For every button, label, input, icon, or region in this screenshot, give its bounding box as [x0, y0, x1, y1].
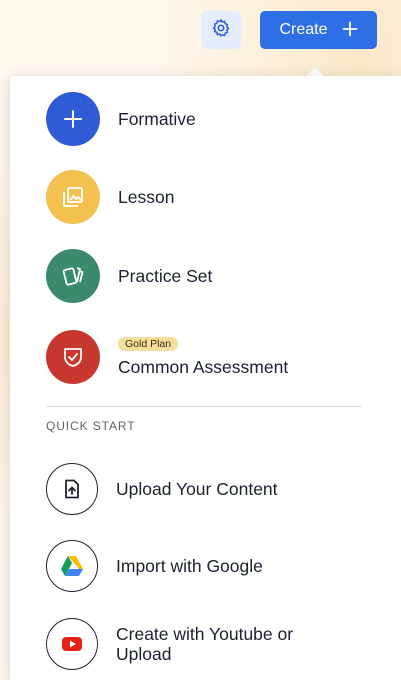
- shield-check-icon: [46, 330, 100, 384]
- settings-button[interactable]: [201, 11, 241, 49]
- youtube-icon: [46, 618, 98, 670]
- cards-icon: [46, 249, 100, 303]
- gold-plan-badge: Gold Plan: [118, 336, 179, 351]
- quick-start-upload-content[interactable]: Upload Your Content: [46, 463, 386, 515]
- menu-item-text: Create with Youtube or Upload: [116, 624, 293, 664]
- menu-item-label: Formative: [118, 108, 196, 129]
- google-drive-icon: [46, 540, 98, 592]
- menu-item-label: Upload Your Content: [116, 478, 278, 499]
- menu-item-label-line2: Upload: [116, 644, 172, 664]
- plus-icon: [46, 92, 100, 146]
- image-stack-icon: [46, 170, 100, 224]
- menu-item-text: Gold Plan Common Assessment: [118, 336, 289, 377]
- menu-item-text: Import with Google: [116, 556, 263, 576]
- menu-item-text: Lesson: [118, 187, 174, 207]
- menu-item-label: Common Assessment: [118, 356, 289, 377]
- menu-item-label: Lesson: [118, 186, 175, 207]
- menu-item-text: Formative: [118, 109, 196, 129]
- create-button-label: Create: [279, 21, 328, 38]
- menu-item-text: Upload Your Content: [116, 479, 278, 499]
- quick-start-import-google[interactable]: Import with Google: [46, 540, 386, 592]
- quick-start-heading: QUICK START: [46, 419, 136, 433]
- menu-item-common-assessment[interactable]: Gold Plan Common Assessment: [46, 330, 386, 384]
- menu-item-lesson[interactable]: Lesson: [46, 170, 386, 224]
- menu-item-text: Practice Set: [118, 266, 212, 286]
- quick-start-youtube[interactable]: Create with Youtube or Upload: [46, 618, 386, 670]
- create-button[interactable]: Create: [260, 11, 377, 49]
- plus-icon: [342, 19, 358, 41]
- menu-item-label: Import with Google: [116, 555, 263, 576]
- menu-item-label-line1: Create with Youtube or: [116, 623, 294, 644]
- upload-file-icon: [46, 463, 98, 515]
- menu-item-label: Practice Set: [118, 265, 213, 286]
- top-toolbar: Create: [0, 0, 401, 60]
- gear-icon: [211, 18, 231, 43]
- menu-item-formative[interactable]: Formative: [46, 92, 386, 146]
- menu-item-practice-set[interactable]: Practice Set: [46, 249, 386, 303]
- section-divider: [46, 406, 362, 407]
